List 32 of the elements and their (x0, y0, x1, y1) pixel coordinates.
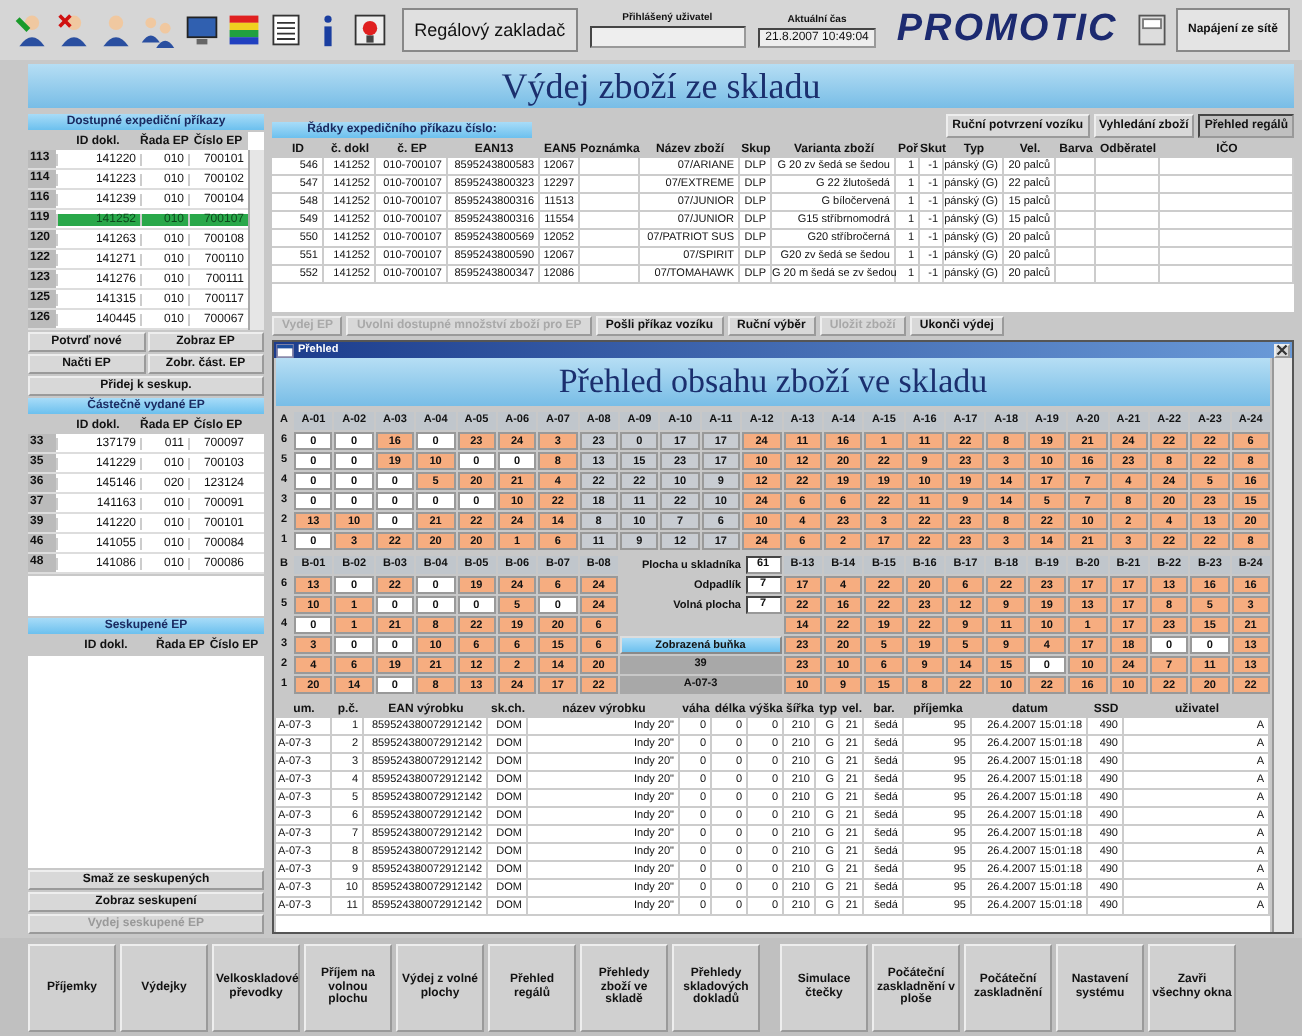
table-cell (1096, 230, 1160, 248)
table-cell (1056, 266, 1096, 284)
table-cell (580, 266, 640, 284)
table-cell (580, 230, 640, 248)
app-label: Regálový zakladač (402, 8, 578, 52)
table-cell (1160, 230, 1294, 248)
table-cell (1096, 212, 1160, 230)
logo: PROMOTIC (896, 8, 1118, 52)
table-cell (580, 248, 640, 266)
dialog-heading: Přehled obsahu zboží ve skladu (276, 358, 1270, 406)
page-title: Výdej zboží ze skladu (28, 64, 1294, 108)
table-cell (1160, 248, 1294, 266)
table-cell (1056, 212, 1096, 230)
table-cell (1056, 176, 1096, 194)
table-cell (1056, 248, 1096, 266)
scrollbar[interactable] (248, 150, 264, 330)
table-cell (580, 176, 640, 194)
table-cell (580, 194, 640, 212)
table-cell (1056, 194, 1096, 212)
table-cell (580, 212, 640, 230)
table-cell (1160, 266, 1294, 284)
table-cell (1096, 248, 1160, 266)
window-icon (276, 343, 294, 357)
close-button[interactable] (1274, 343, 1290, 357)
table-cell (1096, 176, 1160, 194)
table-cell (1096, 194, 1160, 212)
table-cell (1160, 212, 1294, 230)
table-cell (1096, 266, 1160, 284)
table-cell (1056, 230, 1096, 248)
table-cell (1160, 194, 1294, 212)
scrollbar[interactable] (1272, 358, 1292, 932)
table-cell (1160, 176, 1294, 194)
